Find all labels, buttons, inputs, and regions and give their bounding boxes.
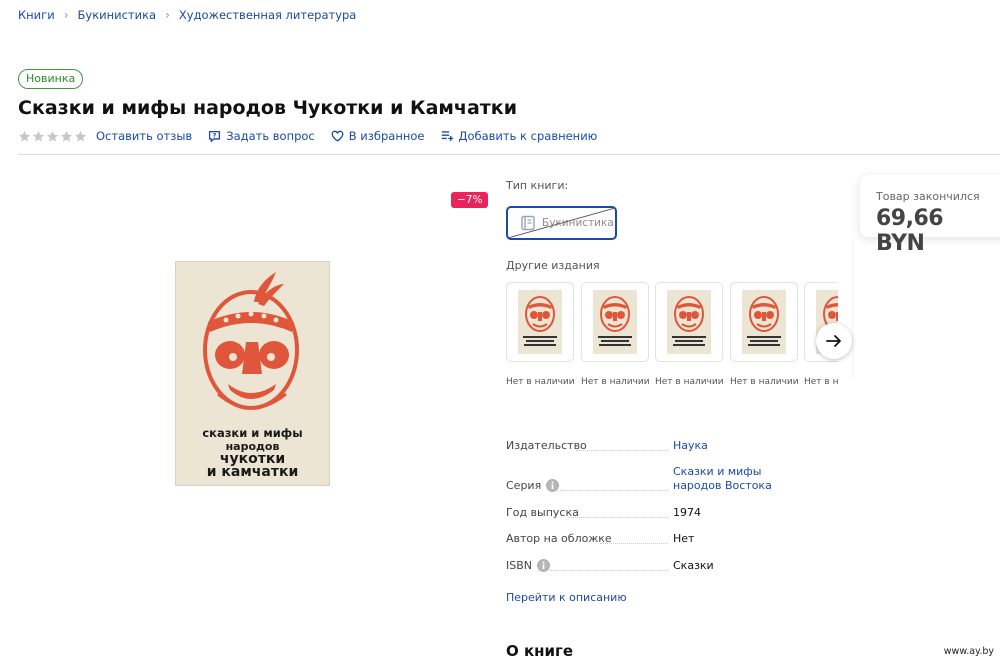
edition-item[interactable]: Нет в наличии	[655, 282, 724, 387]
edition-status: Нет в наличии	[655, 377, 724, 387]
chevron-right-icon: ›	[165, 8, 170, 22]
header-divider	[18, 154, 1000, 155]
spec-key: Серия	[506, 479, 542, 492]
leave-review-label: Оставить отзыв	[96, 129, 193, 143]
discount-badge: −7%	[451, 192, 489, 208]
price-text: 69,66 BYN	[876, 206, 944, 256]
other-editions-label: Другие издания	[506, 259, 600, 272]
spec-value-isbn: Сказки	[673, 559, 714, 572]
spec-value-author-on-cover: Нет	[673, 532, 695, 545]
add-to-favorites-label: В избранное	[348, 129, 425, 143]
spec-key: Издательство	[506, 439, 587, 452]
edition-card	[730, 282, 798, 362]
svg-text:?: ?	[213, 131, 217, 139]
book-type-option-antiquarian[interactable]: Букинистика	[506, 206, 617, 240]
spec-dots	[576, 450, 668, 451]
about-book-heading: О книге	[506, 642, 574, 660]
price-card: Товар закончился 69,66 BYN	[860, 175, 1000, 256]
heart-icon	[331, 130, 344, 142]
star-icon	[60, 130, 73, 142]
new-badge: Новинка	[18, 69, 84, 89]
spec-dots	[600, 543, 668, 544]
product-actions: Оставить отзыв ? Задать вопрос В избранн…	[18, 129, 613, 143]
page-title: Сказки и мифы народов Чукотки и Камчатки	[18, 97, 518, 119]
price-card-shadow	[852, 238, 854, 378]
info-icon[interactable]	[537, 559, 551, 572]
breadcrumb-fiction[interactable]: Художественная литература	[179, 8, 356, 22]
ask-question-link[interactable]: ? Задать вопрос	[208, 129, 315, 143]
other-editions-carousel: Нет в наличии Нет в наличии Нет в наличи…	[506, 282, 838, 392]
watermark: www.ay.by	[943, 646, 994, 657]
chevron-right-icon: ›	[63, 8, 69, 22]
spec-key-wrap: ISBN	[506, 559, 551, 572]
edition-item[interactable]: Нет в наличии	[506, 282, 575, 387]
mask-illustration	[203, 272, 299, 410]
carousel-next-button[interactable]	[816, 323, 852, 359]
edition-status: Нет в наличии	[730, 377, 799, 387]
add-to-compare-link[interactable]: Добавить к сравнению	[441, 129, 598, 143]
edition-card	[581, 282, 649, 362]
spec-value-year: 1974	[673, 506, 701, 519]
edition-status: Нет в наличии	[804, 377, 838, 387]
edition-thumbnail	[742, 290, 786, 354]
mini-mask-icon	[672, 296, 706, 346]
spec-dots	[550, 570, 668, 571]
edition-card	[506, 282, 574, 362]
arrow-right-icon	[826, 335, 841, 347]
breadcrumb-books[interactable]: Книги	[18, 8, 55, 22]
edition-card	[655, 282, 723, 362]
star-icon	[32, 130, 45, 142]
star-icon	[18, 130, 31, 142]
edition-item[interactable]: Нет в наличии	[730, 282, 799, 387]
cover-title: сказки и мифы народов чукотки и камчатки	[176, 426, 329, 480]
edition-thumbnail	[667, 290, 711, 354]
spec-dots	[560, 490, 668, 491]
leave-review-link[interactable]: Оставить отзыв	[96, 129, 192, 143]
star-icon	[46, 130, 59, 142]
spec-value-series-link[interactable]: Сказки и мифы народов Востока	[673, 465, 813, 493]
compare-icon	[441, 131, 453, 141]
spec-value-publisher-link[interactable]: Наука	[673, 439, 813, 453]
book-cover-image[interactable]: сказки и мифы народов чукотки и камчатки	[175, 261, 330, 486]
go-to-description-link[interactable]: Перейти к описанию	[506, 591, 627, 604]
breadcrumb: Книги › Букинистика › Художественная лит…	[18, 8, 356, 22]
price-value: 69,66 BYN	[876, 206, 1000, 256]
sold-out-label: Товар закончился	[876, 190, 980, 203]
spec-key-wrap: Серия	[506, 479, 560, 492]
mini-mask-icon	[598, 296, 632, 346]
book-type-label: Тип книги:	[506, 179, 569, 192]
cover-title-line4: и камчатки	[206, 464, 299, 480]
edition-thumbnail	[518, 290, 562, 354]
ask-question-label: Задать вопрос	[226, 129, 315, 143]
question-bubble-icon: ?	[209, 130, 221, 142]
edition-thumbnail	[593, 290, 637, 354]
spec-dots	[568, 517, 668, 518]
cover-title-line1: сказки и мифы	[202, 426, 303, 440]
info-icon[interactable]	[546, 479, 560, 492]
star-icon	[74, 130, 87, 142]
add-to-favorites-link[interactable]: В избранное	[331, 129, 425, 143]
edition-item[interactable]: Нет в наличии	[581, 282, 650, 387]
breadcrumb-antiquarian[interactable]: Букинистика	[78, 8, 157, 22]
mini-mask-icon	[747, 296, 781, 346]
unavailable-strike	[508, 208, 615, 238]
spec-key: ISBN	[506, 559, 533, 572]
spec-key: Автор на обложке	[506, 532, 612, 545]
rating-stars[interactable]	[18, 130, 88, 143]
mini-mask-icon	[523, 296, 557, 346]
edition-status: Нет в наличии	[581, 377, 650, 387]
edition-status: Нет в наличии	[506, 377, 575, 387]
add-to-compare-label: Добавить к сравнению	[458, 129, 598, 143]
